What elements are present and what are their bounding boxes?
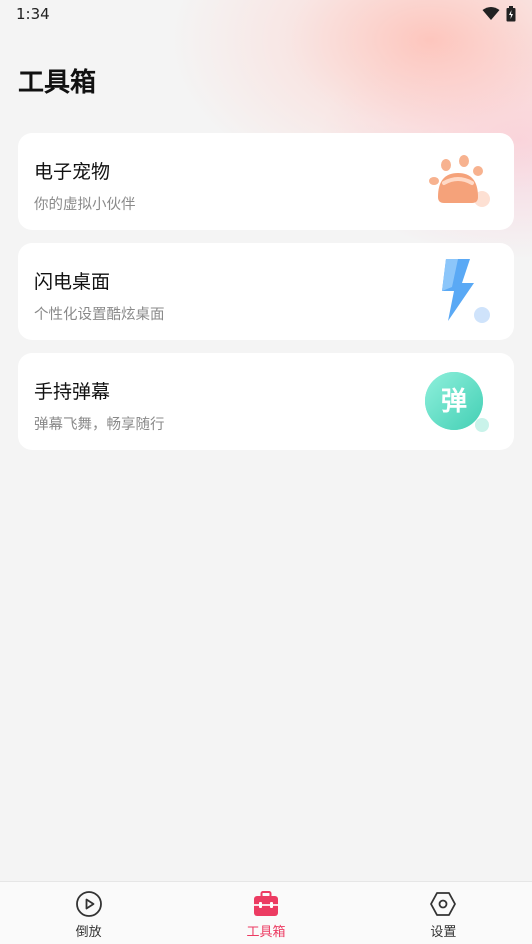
play-circle-icon: [75, 891, 102, 917]
danmu-icon-text: 弹: [441, 387, 467, 417]
lightning-icon: [442, 259, 490, 323]
card-title: 闪电桌面: [34, 271, 111, 293]
toolbox-icon: [253, 891, 278, 916]
card-subtitle: 个性化设置酷炫桌面: [34, 307, 165, 323]
card-title: 手持弹幕: [34, 381, 111, 403]
page-title: 工具箱: [18, 68, 97, 98]
card-title: 电子宠物: [34, 161, 111, 183]
tool-card-danmu[interactable]: 手持弹幕 弹幕飞舞，畅享随行 弹: [18, 353, 514, 450]
tab-settings[interactable]: 设置: [355, 882, 532, 944]
status-bar: 1:34: [0, 0, 532, 28]
status-icons: [482, 6, 516, 22]
card-subtitle: 你的虚拟小伙伴: [34, 197, 136, 213]
hexagon-settings-icon: [430, 892, 457, 916]
status-time: 1:34: [16, 5, 50, 23]
paw-icon: [429, 155, 490, 207]
battery-icon: [506, 6, 516, 22]
bottom-tab-bar: 倒放 工具箱 设置: [0, 881, 532, 944]
danmu-icon: 弹: [425, 372, 489, 432]
tool-card-pet[interactable]: 电子宠物 你的虚拟小伙伴: [18, 133, 514, 230]
tab-reverse[interactable]: 倒放: [0, 882, 177, 944]
tab-label: 工具箱: [246, 925, 286, 940]
wifi-icon: [482, 7, 500, 20]
tab-toolbox[interactable]: 工具箱: [177, 882, 354, 944]
tool-card-lightning[interactable]: 闪电桌面 个性化设置酷炫桌面: [18, 243, 514, 340]
tab-label: 倒放: [75, 925, 102, 940]
card-subtitle: 弹幕飞舞，畅享随行: [34, 417, 165, 433]
tab-label: 设置: [430, 925, 457, 940]
